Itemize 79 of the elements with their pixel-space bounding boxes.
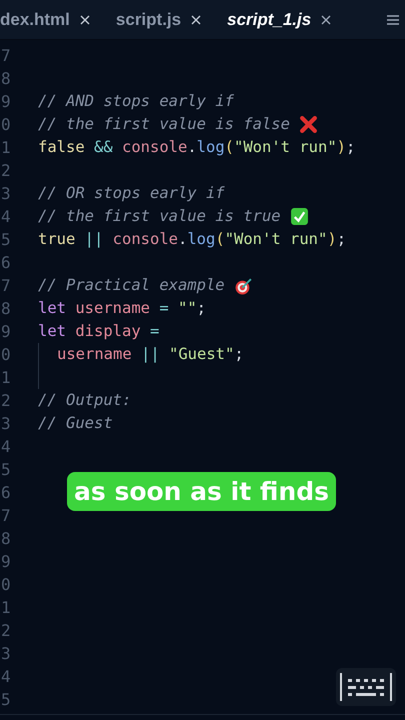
code-token: )	[327, 228, 337, 250]
code-token: &&	[94, 136, 114, 158]
code-token: "Won't run"	[234, 136, 337, 158]
code-token: log	[187, 228, 216, 250]
menu-icon[interactable]	[387, 14, 399, 24]
target-icon	[234, 276, 253, 295]
line-number: 1	[0, 136, 12, 158]
cross-icon	[299, 115, 318, 134]
close-icon[interactable]	[80, 14, 90, 24]
code-token: display	[75, 320, 142, 342]
close-icon[interactable]	[191, 14, 202, 24]
code-token: .	[187, 136, 197, 158]
line-number: 9	[0, 90, 12, 112]
check-icon	[290, 207, 309, 226]
code-comment: // the first value is true	[38, 206, 282, 227]
code-token: ;	[234, 344, 244, 365]
line-number: 9	[0, 550, 12, 572]
line-number: 8	[0, 298, 12, 320]
keyboard-icon	[339, 672, 393, 702]
tab[interactable]: script_1.js	[227, 6, 312, 32]
line-number: 8	[0, 68, 12, 90]
code-comment: // Output:	[38, 390, 132, 411]
code-token: let	[38, 298, 67, 319]
line-number: 7	[0, 274, 12, 296]
line-number: 3	[0, 182, 12, 204]
code-comment: // the first value is false	[38, 114, 291, 135]
line-number: 2	[0, 390, 12, 412]
code-token: username	[75, 298, 151, 319]
line-number: 4	[0, 436, 12, 458]
line-number: 8	[0, 528, 12, 550]
line-number: 1	[0, 596, 12, 618]
code-token: false	[38, 136, 86, 158]
code-token: ||	[141, 344, 161, 365]
code-token: ""	[178, 298, 197, 319]
code-token: (	[224, 136, 234, 158]
line-number: 4	[0, 206, 12, 228]
code-token: .	[178, 228, 188, 250]
code-comment: // Practical example	[38, 274, 226, 296]
code-token: console	[112, 228, 178, 250]
tab[interactable]: dex.html	[0, 6, 70, 32]
code-comment: // OR stops early if	[38, 182, 225, 204]
keyboard-button[interactable]	[336, 668, 396, 706]
code-comment: // AND stops early if	[38, 90, 234, 112]
code-token: username	[57, 344, 133, 365]
line-number: 5	[0, 458, 12, 480]
code-token: ;	[346, 136, 356, 158]
line-number: 3	[0, 412, 12, 434]
line-number: 2	[0, 160, 12, 182]
line-number: 0	[0, 114, 12, 136]
caption: as soon as it finds	[67, 472, 336, 511]
line-number: 3	[0, 642, 12, 664]
code-token: ;	[336, 228, 346, 250]
line-number: 9	[0, 320, 12, 342]
line-number: 5	[0, 228, 12, 250]
code-token: "Guest"	[169, 344, 234, 365]
code-token: =	[150, 320, 160, 342]
line-number: 7	[0, 504, 12, 526]
line-number: 5	[0, 688, 12, 710]
code-token: =	[159, 298, 170, 319]
line-number: 0	[0, 344, 12, 366]
code-token: (	[215, 228, 225, 250]
code-token: ||	[84, 228, 104, 250]
line-number: 6	[0, 252, 12, 274]
line-number: 0	[0, 574, 12, 596]
tab[interactable]: script.js	[116, 6, 182, 32]
code-token: "Won't run"	[224, 228, 328, 250]
code-token: let	[38, 320, 67, 342]
line-number: 1	[0, 366, 12, 388]
close-icon[interactable]	[321, 14, 332, 24]
code-token: true	[38, 228, 76, 250]
line-number: 7	[0, 44, 12, 66]
line-number: 4	[0, 666, 12, 688]
code-token: console	[122, 136, 188, 158]
code-comment: // Guest	[38, 412, 113, 434]
line-number: 6	[0, 482, 12, 504]
code-token: log	[196, 136, 225, 158]
line-number: 2	[0, 620, 12, 642]
code-token: )	[336, 136, 346, 158]
code-token: ;	[196, 298, 206, 319]
